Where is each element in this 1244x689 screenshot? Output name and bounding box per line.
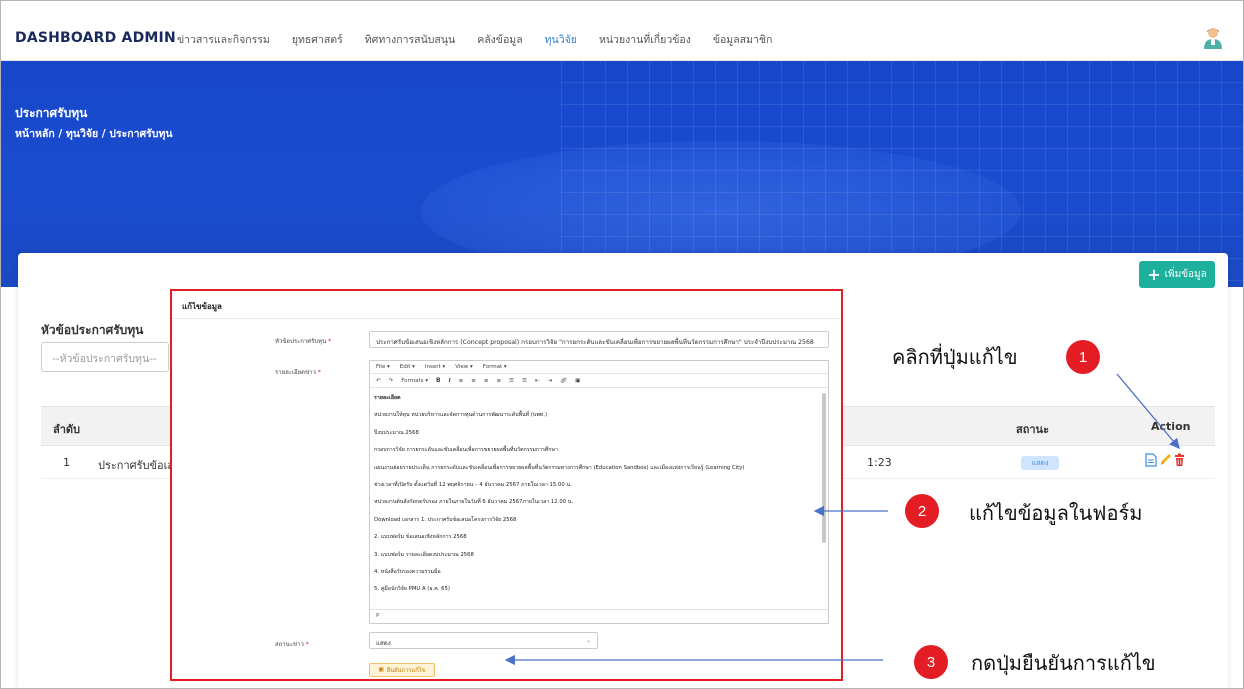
breadcrumb: หน้าหลัก / ทุนวิจัย / ประกาศรับทุน [15,128,173,140]
bullet-list-icon[interactable]: ☰ [509,378,514,384]
editor-paragraph: รายละเอียด [374,395,401,401]
edit-modal: แก้ไขข้อมูล หัวข้อประกาศรับทุน * ประกาศร… [170,289,843,681]
formats-dropdown[interactable]: Formats ▾ [401,378,428,384]
view-document-icon[interactable] [1145,453,1157,467]
link-icon[interactable]: 🔗︎ [560,378,567,384]
numbered-list-icon[interactable]: ☰ [522,378,527,384]
column-action: Action [1151,420,1191,433]
editor-paragraph: หน่วยงานต้นสังกัดกดรับรอง ภายในภายในวันท… [374,499,574,506]
outdent-icon[interactable]: ⇤ [535,378,540,384]
detail-field-label: รายละเอียดข่าว * [275,369,321,376]
add-item-button[interactable]: + เพิ่มข้อมูล [1139,261,1215,288]
bold-icon[interactable]: B [436,377,441,384]
align-justify-icon[interactable]: ≡ [496,378,501,384]
editor-paragraph: 3. แบบฟอร์ม รายละเอียดงบประมาณ 2568 [374,551,474,558]
callout-1-text: คลิกที่ปุ่มแก้ไข [892,345,1018,369]
editor-scrollbar[interactable] [822,393,826,543]
page-title: ประกาศรับทุน [15,106,88,120]
image-icon[interactable]: ▣ [575,378,580,384]
editor-menu-format[interactable]: Format ▾ [483,364,507,370]
indent-icon[interactable]: ⇥ [548,378,553,384]
column-no: ลำดับ [53,423,81,436]
top-navbar: DASHBOARD ADMIN ข่าวสารและกิจกรรม ยุทธศา… [1,1,1243,61]
nav-item-strategy[interactable]: ยุทธศาสตร์ [292,31,343,48]
confirm-edit-button[interactable]: ▣ ยืนยันการแก้ไข [369,663,435,677]
editor-paragraph: Download เอกสาร 1. ประกาศรับข้อเสนอโครงก… [374,516,517,523]
redo-icon[interactable]: ↷ [389,378,394,384]
editor-statusbar: P [370,609,828,623]
undo-icon[interactable]: ↶ [376,378,381,384]
editor-paragraph: 5. คู่มือนักวิจัย PMU A (ธ.ค. 65) [374,586,450,593]
nav-item-news[interactable]: ข่าวสารและกิจกรรม [177,31,270,48]
editor-paragraph: 4. หนังสือรับรองความร่วมมือ [374,568,441,575]
editor-menu-file[interactable]: File ▾ [376,364,390,370]
column-status: สถานะ [1016,423,1049,436]
status-select[interactable]: แสดง ⌄ [369,632,598,649]
callout-3-text: กดปุ่มยืนยันการแก้ไข [971,651,1156,675]
italic-icon[interactable]: I [449,378,451,384]
title-field-label: หัวข้อประกาศรับทุน * [275,338,332,345]
filter-select[interactable]: --หัวข้อประกาศรับทุน-- [41,342,169,372]
nav-item-related-agencies[interactable]: หน่วยงานที่เกี่ยวข้อง [599,31,691,48]
add-item-label: เพิ่มข้อมูล [1164,269,1207,280]
filter-label: หัวข้อประกาศรับทุน [41,323,144,337]
editor-menu-view[interactable]: View ▾ [455,364,473,370]
editor-toolbar: ↶ ↷ Formats ▾ B I ≡ ≡ ≡ ≡ ☰ ☰ ⇤ ⇥ 🔗︎ ▣ [370,374,828,388]
editor-paragraph: ปีงบประมาณ 2568 [374,429,419,436]
status-field-label: สถานะข่าว * [275,641,309,648]
brand-logo[interactable]: DASHBOARD ADMIN [15,30,176,46]
callout-2-text: แก้ไขข้อมูลในฟอร์ม [969,501,1143,525]
align-right-icon[interactable]: ≡ [484,378,489,384]
editor-menubar: File ▾ Edit ▾ Insert ▾ View ▾ Format ▾ [370,361,828,374]
row-actions [1145,453,1185,467]
modal-divider [172,318,841,319]
edit-pencil-icon[interactable] [1159,453,1172,467]
nav-item-data-warehouse[interactable]: คลังข้อมูล [477,31,522,48]
callout-2-badge: 2 [905,494,939,528]
align-left-icon[interactable]: ≡ [459,378,464,384]
status-badge: แสดง [1021,456,1059,470]
editor-paragraph: 2. แบบฟอร์ม ข้อเสนอเชิงหลักการ 2568 [374,534,467,541]
row-time: 1:23 [867,456,892,469]
editor-paragraph: กรอบการวิจัย การยกระดับและขับเคลื่อนเพื่… [374,447,558,454]
editor-menu-edit[interactable]: Edit ▾ [400,364,415,370]
callout-1-badge: 1 [1066,340,1100,374]
nav-item-members[interactable]: ข้อมูลสมาชิก [713,31,773,48]
row-no: 1 [63,456,70,469]
editor-body[interactable]: รายละเอียด หน่วยงานให้ทุน หน่วยบริหารและ… [370,389,820,609]
editor-paragraph: ช่วงเวลาที่เปิดรับ ตั้งแต่วันที่ 12 พฤศจ… [374,481,572,488]
nav-item-research-fund[interactable]: ทุนวิจัย [545,31,577,48]
screenshot-frame: DASHBOARD ADMIN ข่าวสารและกิจกรรม ยุทธศา… [0,0,1244,689]
nav-item-support-direction[interactable]: ทิศทางการสนับสนุน [365,31,455,48]
editor-paragraph: แผนงานย่อยรายประเด็น การยกระดับและขับเคล… [374,464,745,471]
save-icon: ▣ [378,667,384,673]
editor-paragraph: หน่วยงานให้ทุน หน่วยบริหารและจัดการทุนด้… [374,412,548,419]
editor-menu-insert[interactable]: Insert ▾ [425,364,445,370]
delete-trash-icon[interactable] [1174,453,1185,467]
align-center-icon[interactable]: ≡ [471,378,476,384]
nav-menu: ข่าวสารและกิจกรรม ยุทธศาสตร์ ทิศทางการสน… [177,31,794,48]
plus-icon: + [1147,264,1161,284]
user-avatar-icon[interactable] [1203,27,1223,49]
callout-3-badge: 3 [914,645,948,679]
chevron-down-icon: ⌄ [585,637,591,644]
modal-title: แก้ไขข้อมูล [182,302,222,311]
rich-text-editor[interactable]: File ▾ Edit ▾ Insert ▾ View ▾ Format ▾ ↶… [369,360,829,624]
title-input[interactable]: ประกาศรับข้อเสนอเชิงหลักการ (Concept pro… [369,331,829,348]
